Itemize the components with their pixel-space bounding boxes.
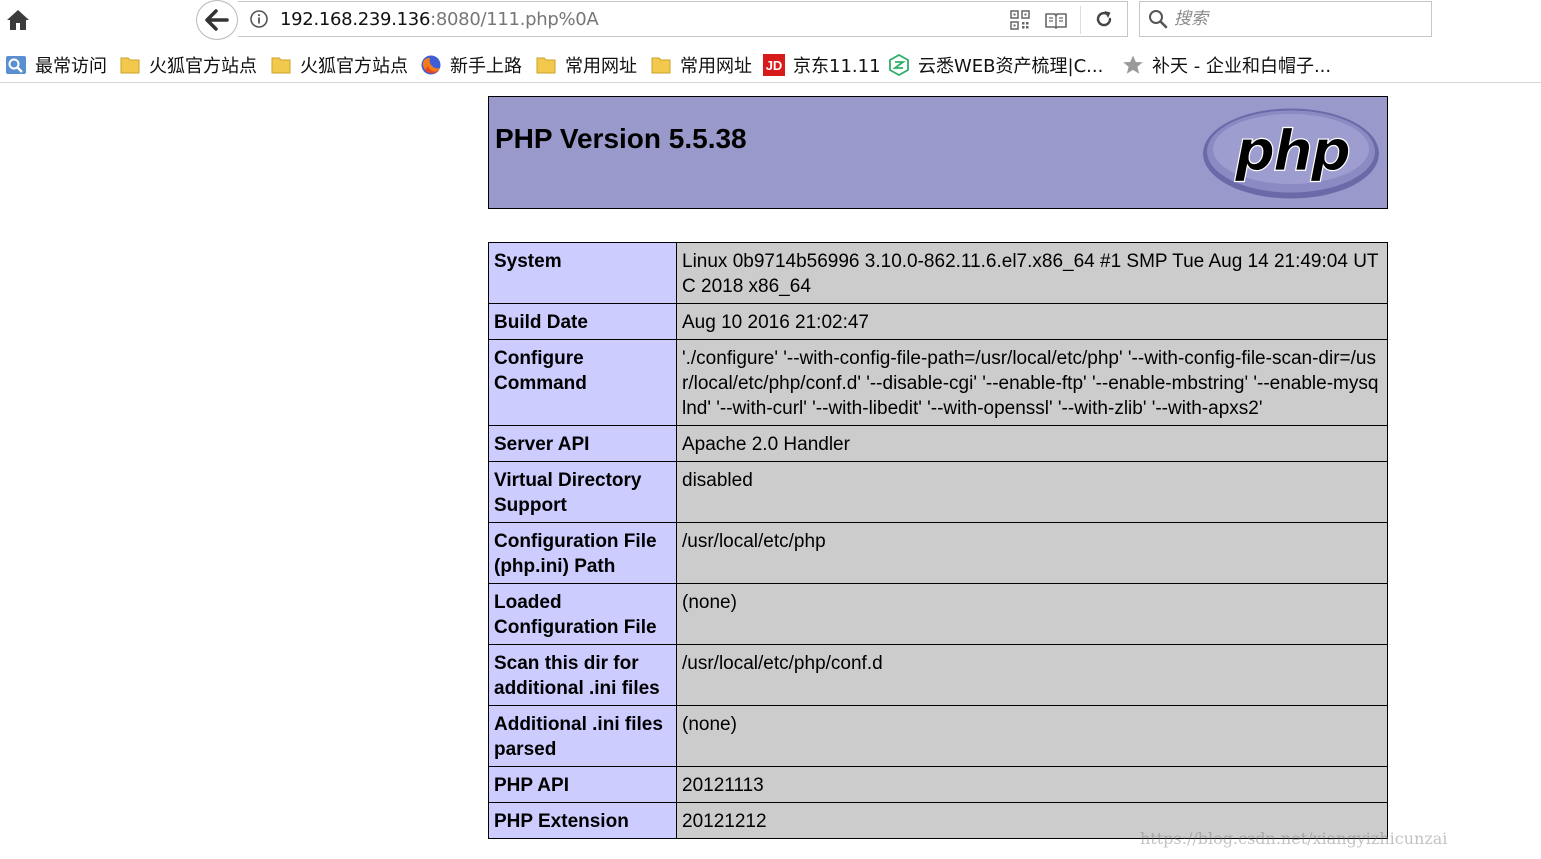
butian-star-icon [1123,55,1143,74]
site-info-icon[interactable] [250,10,268,28]
table-row: Server API Apache 2.0 Handler [488,425,1388,462]
row-value: (none) [676,705,1388,767]
folder-icon [271,57,291,74]
search-bar[interactable] [1139,1,1432,37]
row-key: Virtual Directory Support [488,461,677,523]
url-path: :8080/111.php%0A [430,9,599,30]
bookmark-label: 火狐官方站点 [149,56,257,77]
row-value: './configure' '--with-config-file-path=/… [676,339,1388,426]
php-logo-text: php [1234,119,1349,184]
bookmark-folder[interactable]: 火狐官方站点 [270,50,408,80]
row-value: /usr/local/etc/php/conf.d [676,644,1388,706]
row-value: /usr/local/etc/php [676,522,1388,584]
php-logo[interactable]: php [1201,106,1381,201]
table-row: PHP API 20121113 [488,766,1388,803]
php-info-table: System Linux 0b9714b56996 3.10.0-862.11.… [488,242,1388,839]
search-input[interactable] [1174,6,1424,32]
row-key: System [488,242,677,304]
row-key: Server API [488,425,677,462]
row-key: Build Date [488,303,677,340]
reader-view-icon[interactable] [1044,11,1068,29]
row-value: Linux 0b9714b56996 3.10.0-862.11.6.el7.x… [676,242,1388,304]
jd-icon: JD [763,54,785,76]
row-value: Apache 2.0 Handler [676,425,1388,462]
address-bar[interactable]: 192.168.239.136:8080/111.php%0A [238,1,1128,37]
bookmark-label: 云悉WEB资产梳理|C... [918,56,1104,77]
row-key: Scan this dir for additional .ini files [488,644,677,706]
row-key: Configuration File (php.ini) Path [488,522,677,584]
bookmark-label: 最常访问 [35,56,107,77]
url-text[interactable]: 192.168.239.136:8080/111.php%0A [280,9,599,30]
table-row: Scan this dir for additional .ini files … [488,644,1388,706]
row-key: Configure Command [488,339,677,426]
folder-icon [536,57,556,74]
table-row: Additional .ini files parsed (none) [488,705,1388,767]
folder-icon [651,57,671,74]
table-row: System Linux 0b9714b56996 3.10.0-862.11.… [488,242,1388,304]
home-icon [7,10,29,30]
row-key: PHP API [488,766,677,803]
table-row: Virtual Directory Support disabled [488,461,1388,523]
url-host: 192.168.239.136 [280,9,431,30]
row-value: Aug 10 2016 21:02:47 [676,303,1388,340]
yunxi-icon [889,54,909,76]
php-version-header: PHP Version 5.5.38 php [488,96,1388,209]
bookmark-label: 补天 - 企业和白帽子... [1152,56,1332,77]
most-visited-icon [6,56,26,74]
table-row: Configure Command './configure' '--with-… [488,339,1388,426]
reload-icon[interactable] [1094,9,1114,29]
bookmark-label: 火狐官方站点 [300,56,408,77]
bookmark-butian[interactable]: 补天 - 企业和白帽子... [1122,50,1331,80]
csdn-watermark: https://blog.csdn.net/xiangyizhicunzai [1140,829,1448,848]
bookmark-label: 常用网址 [565,56,637,77]
row-value: (none) [676,583,1388,645]
bookmark-label: 新手上路 [450,56,522,77]
row-key: Loaded Configuration File [488,583,677,645]
bookmark-jd[interactable]: JD 京东11.11 [763,50,881,80]
bookmark-yunxi[interactable]: 云悉WEB资产梳理|C... [888,50,1103,80]
page-title: PHP Version 5.5.38 [495,123,747,154]
bookmark-folder[interactable]: 常用网址 [650,50,752,80]
back-arrow-icon [205,9,229,31]
row-value: disabled [676,461,1388,523]
row-value: 20121113 [676,766,1388,803]
jd-logo-text: JD [766,58,783,73]
bookmark-most-visited[interactable]: 最常访问 [5,50,107,80]
bookmark-label: 京东11.11 [793,56,881,77]
qr-code-icon[interactable] [1010,10,1030,30]
firefox-icon [421,55,441,75]
bookmark-folder[interactable]: 火狐官方站点 [119,50,257,80]
navigation-toolbar: 192.168.239.136:8080/111.php%0A [0,0,1541,42]
bookmarks-toolbar: 最常访问 火狐官方站点 火狐官方站点 新手上路 常用网址 常用网址 JD 京东1… [0,47,1541,83]
row-key: Additional .ini files parsed [488,705,677,767]
home-button[interactable] [4,6,32,34]
folder-icon [120,57,140,74]
bookmark-folder[interactable]: 常用网址 [535,50,637,80]
table-row: Build Date Aug 10 2016 21:02:47 [488,303,1388,340]
table-row: Loaded Configuration File (none) [488,583,1388,645]
back-button[interactable] [196,0,238,40]
table-row: Configuration File (php.ini) Path /usr/l… [488,522,1388,584]
search-icon [1149,10,1168,29]
bookmark-getting-started[interactable]: 新手上路 [420,50,522,80]
row-key: PHP Extension [488,802,677,839]
bookmark-label: 常用网址 [680,56,752,77]
address-bar-divider [1080,6,1081,34]
